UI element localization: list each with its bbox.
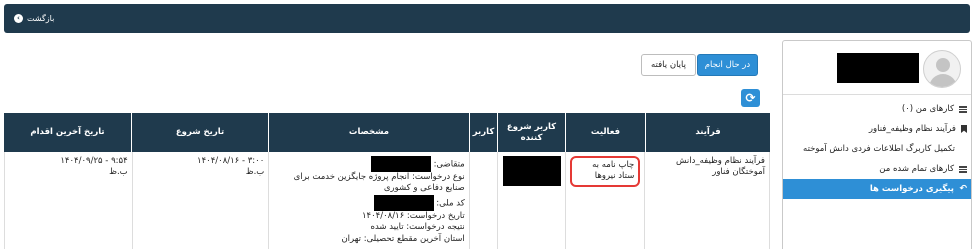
sidebar: کارهای من (۰) فرآیند نظام وظیفه_فناور تک… [782,40,972,249]
sidebar-item-label: تکمیل کاربرگ اطلاعات فردی دانش آموخته [803,144,955,154]
reply-icon: ↶ [959,183,967,194]
sidebar-item-finished-tasks[interactable]: کارهای تمام شده من [783,159,971,179]
list-icon [959,165,967,173]
cell-user [468,152,497,249]
header-starter[interactable]: کاربر شروع کننده [497,113,565,152]
cell-process: فرآیند نظام وظیفه_دانش آموختگان فناور [644,152,769,249]
back-label: بازگشت [27,14,55,23]
cell-last-action-date: ۱۴۰۴/۰۹/۲۵ - ۹:۵۴ ب.ظ [5,152,132,249]
cell-starter [496,152,565,249]
last-action-date: ۱۴۰۴/۰۹/۲۵ - ۹:۵۴ [60,156,128,166]
sidebar-item-process[interactable]: فرآیند نظام وظیفه_فناور [783,119,971,139]
redacted-national-code [373,194,434,211]
process-name: فرآیند نظام وظیفه_دانش آموختگان فناور [676,156,765,178]
sidebar-item-label: پیگیری درخواست ها [869,184,954,194]
redacted-starter [502,156,561,186]
header-activity[interactable]: فعالیت [565,113,645,152]
table-header: فرآیند فعالیت کاربر شروع کننده کاربر مشخ… [4,113,770,152]
request-type: نوع درخواست: انجام پروژه جایگزین خدمت بر… [293,172,465,194]
cell-activity: چاپ نامه به ستاد نیروها [564,152,645,249]
redacted-user-name [837,53,919,83]
start-period: ب.ظ [245,167,265,178]
chevron-left-icon: ‹ [14,14,23,23]
header-start-date[interactable]: تاریخ شروع [131,113,268,152]
sidebar-menu: کارهای من (۰) فرآیند نظام وظیفه_فناور تک… [783,99,971,199]
header-process[interactable]: فرآیند [645,113,770,152]
last-action-period: ب.ظ [109,167,128,178]
redacted-applicant [370,156,431,172]
sidebar-item-label: کارهای من (۰) [901,104,954,114]
sidebar-divider [783,94,971,95]
refresh-icon[interactable]: ⟳ [741,89,760,107]
sidebar-item-label: فرآیند نظام وظیفه_فناور [868,124,956,134]
start-date: ۱۴۰۴/۰۸/۱۶ - ۳:۰۰ [197,156,265,166]
national-code-label: کد ملی: [436,198,465,209]
request-result: نتیجه درخواست: تایید شده [370,222,465,233]
requests-table: فرآیند فعالیت کاربر شروع کننده کاربر مشخ… [4,113,770,249]
avatar [923,50,961,88]
back-button[interactable]: ‹ بازگشت [14,14,54,23]
sidebar-item-complete-form[interactable]: تکمیل کاربرگ اطلاعات فردی دانش آموخته [783,139,971,159]
top-bar: ‹ بازگشت [4,4,970,33]
sidebar-item-label: کارهای تمام شده من [879,164,954,174]
finished-button[interactable]: پایان یافته [641,54,696,76]
list-icon [959,105,967,113]
province: استان آخرین مقطع تحصیلی: تهران [341,233,465,244]
bookmark-icon [961,125,967,133]
applicant-label: متقاضی: [433,159,465,170]
table-row[interactable]: فرآیند نظام وظیفه_دانش آموختگان فناور چا… [4,152,770,249]
sidebar-item-my-tasks[interactable]: کارهای من (۰) [783,99,971,119]
sidebar-item-track-requests[interactable]: ↶ پیگیری درخواست ها [783,179,971,199]
activity-name[interactable]: چاپ نامه به ستاد نیروها [569,156,641,187]
cell-start-date: ۱۴۰۴/۰۸/۱۶ - ۳:۰۰ ب.ظ [131,152,269,249]
in-progress-button[interactable]: در حال انجام [697,54,758,76]
header-last-action-date[interactable]: تاریخ آخرین اقدام [4,113,131,152]
header-user[interactable]: کاربر [469,113,497,152]
header-details[interactable]: مشخصات [268,113,469,152]
cell-details: متقاضی: نوع درخواست: انجام پروژه جایگزین… [268,152,468,249]
request-date: تاریخ درخواست: ۱۴۰۴/۰۸/۱۶ [361,210,465,221]
